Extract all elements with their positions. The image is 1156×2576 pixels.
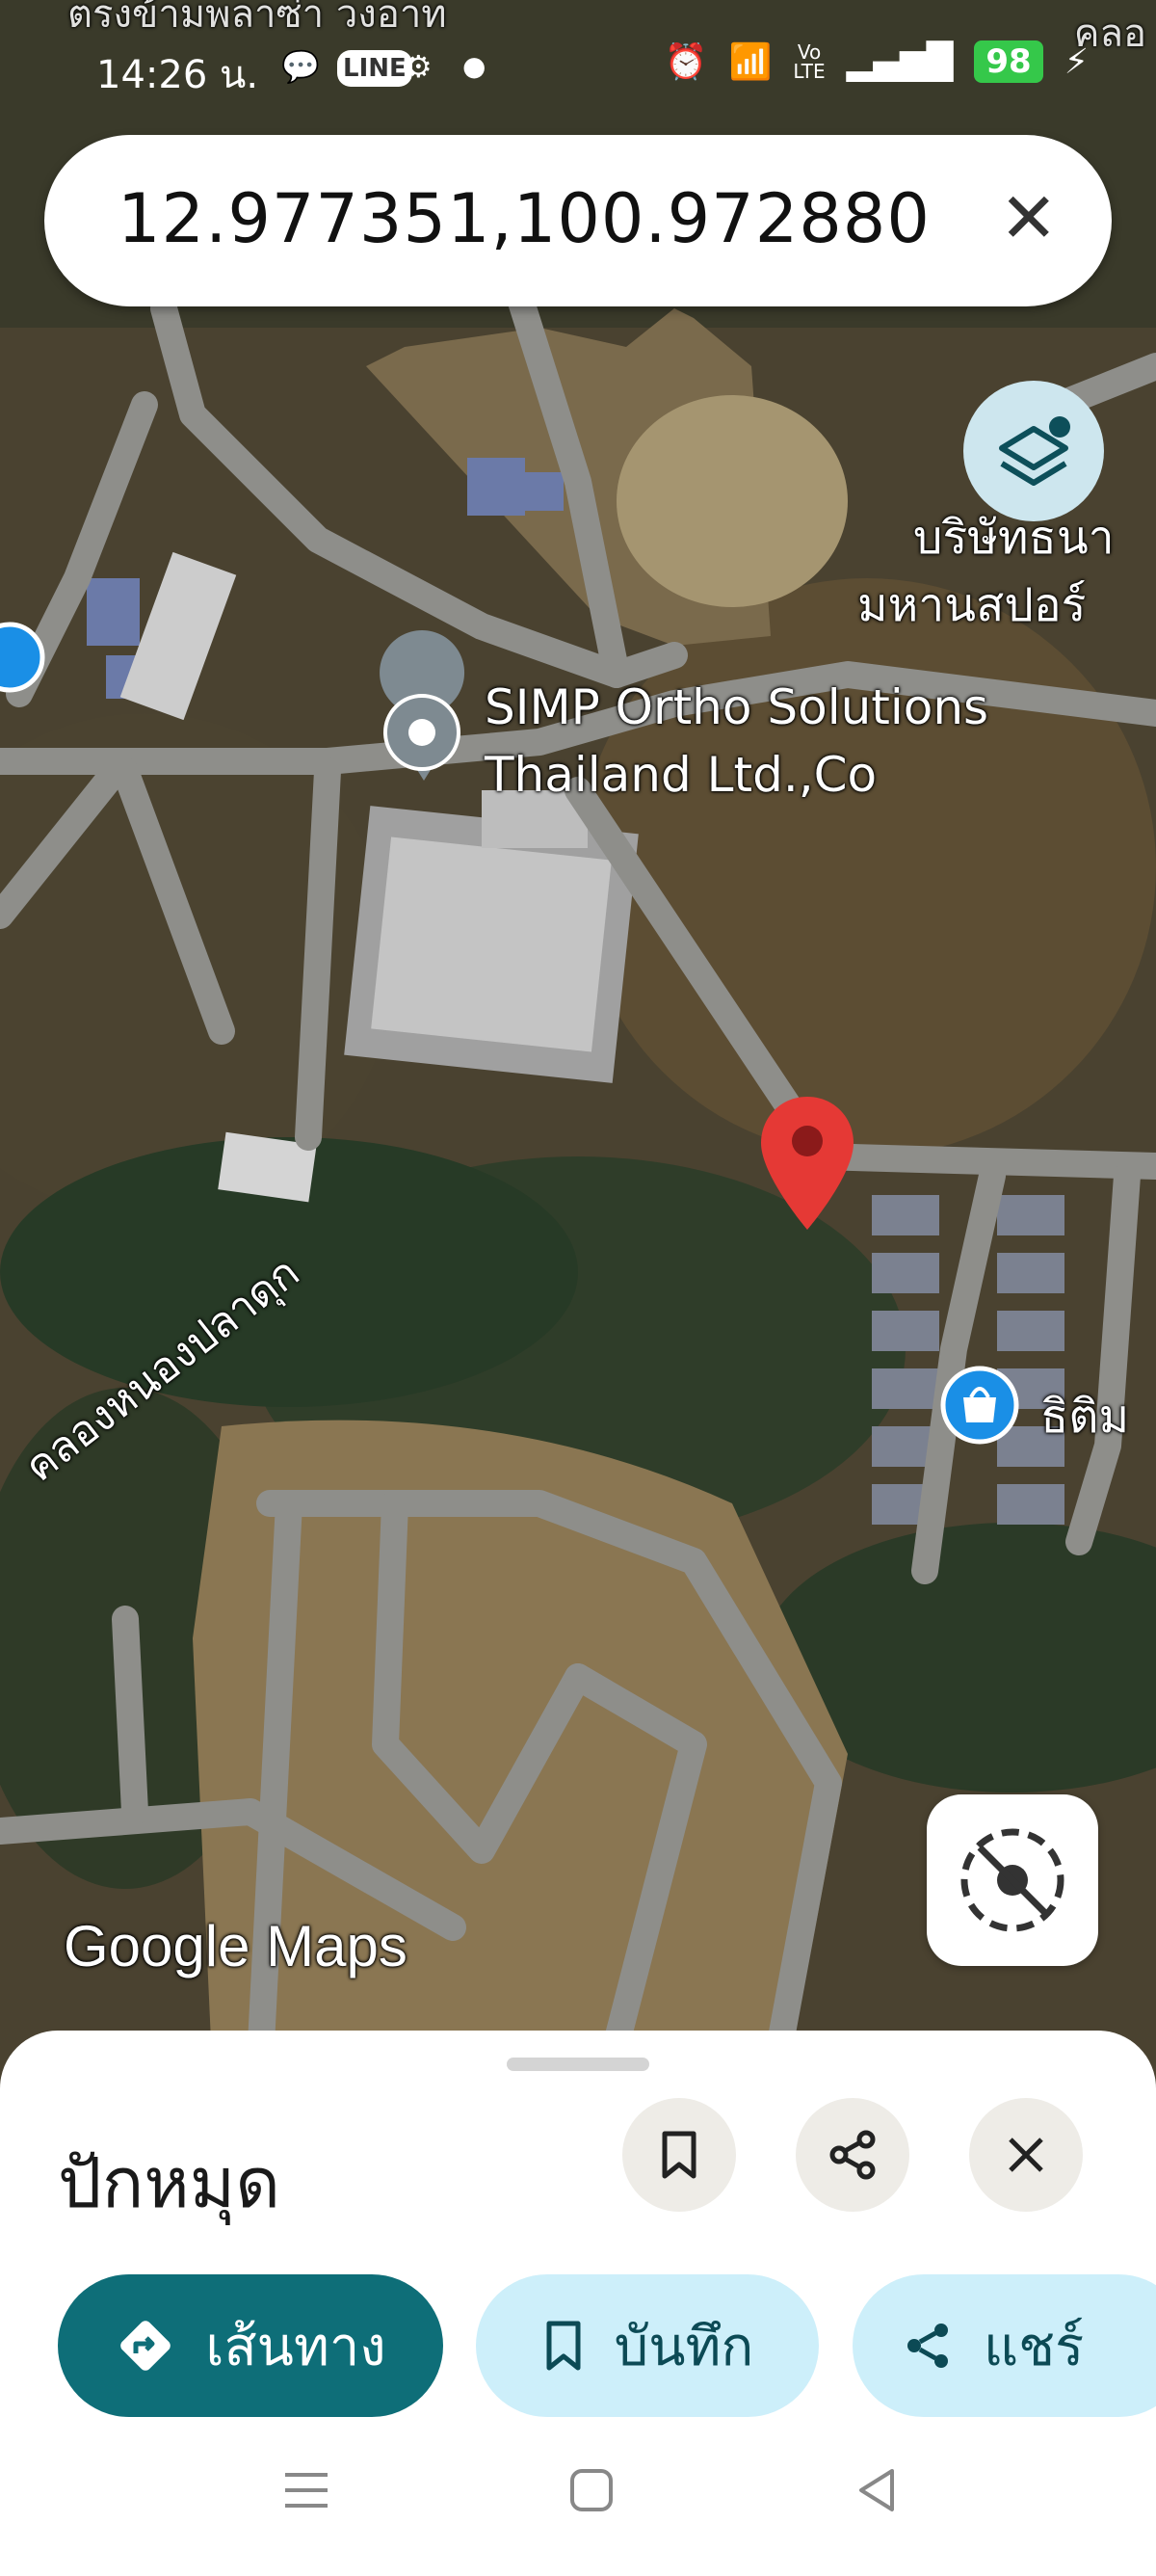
layers-icon — [999, 416, 1070, 486]
notification-icon: ⚙ — [405, 48, 433, 85]
directions-label: เส้นทาง — [205, 2315, 386, 2378]
my-location-button[interactable] — [927, 1794, 1098, 1966]
map-label-shop[interactable]: ธิติม — [1040, 1380, 1129, 1453]
share-icon-button[interactable] — [796, 2098, 909, 2212]
save-label: บันทึก — [614, 2315, 754, 2378]
share-button[interactable]: แชร์ — [853, 2274, 1156, 2417]
more-dot-icon: ● — [462, 50, 486, 82]
map-label-simp-line2[interactable]: Thailand Ltd.,Co — [485, 747, 877, 803]
chat-bubble-icon: 💬 — [281, 48, 320, 85]
save-button[interactable]: บันทึก — [476, 2274, 819, 2417]
back-triangle-icon[interactable] — [852, 2465, 902, 2515]
search-query[interactable]: 12.977351,100.972880 — [118, 179, 931, 258]
line-app-icon: LINE — [337, 50, 412, 87]
share-label: แชร์ — [984, 2315, 1085, 2378]
google-maps-watermark: Google Maps — [64, 1914, 407, 1978]
layers-button[interactable] — [963, 381, 1104, 521]
status-bar: 14:26 น. 💬 LINE ⚙ ● ⏰ 📶 Vo LTE ▂▄▆█ 98 ⚡ — [0, 0, 1156, 145]
dropped-pin-title: ปักหมุด — [58, 2142, 280, 2223]
home-square-icon[interactable] — [566, 2465, 617, 2515]
save-icon-button[interactable] — [622, 2098, 736, 2212]
clear-search-close-icon[interactable]: ✕ — [1000, 177, 1058, 258]
share-icon — [901, 2319, 955, 2373]
search-bar[interactable]: 12.977351,100.972880 ✕ — [44, 135, 1112, 306]
share-icon — [829, 2130, 876, 2180]
status-right-icons: ⏰ 📶 Vo LTE ▂▄▆█ 98 ⚡ — [665, 40, 1089, 83]
status-time: 14:26 น. — [96, 53, 259, 97]
close-icon — [1009, 2138, 1043, 2172]
wifi-icon: 📶 — [728, 42, 773, 82]
bookmark-icon — [662, 2131, 696, 2179]
place-bottom-sheet[interactable]: ปักหมุด เส้นทาง บันทึก แชร์ — [0, 2031, 1156, 2576]
volte-icon: Vo LTE — [793, 40, 826, 83]
signal-icon: ▂▄▆█ — [846, 41, 954, 82]
alarm-icon: ⏰ — [664, 42, 708, 82]
charging-icon: ⚡ — [1064, 41, 1089, 82]
directions-icon — [115, 2315, 176, 2377]
drag-handle[interactable] — [507, 2058, 649, 2071]
map-label-company-line2[interactable]: มหานสปอร์ — [857, 569, 1086, 642]
dropped-pin-icon[interactable] — [761, 1097, 854, 1230]
bookmark-icon — [541, 2320, 586, 2372]
system-nav-bar — [0, 2429, 1156, 2576]
location-off-icon — [960, 1828, 1064, 1932]
close-sheet-button[interactable] — [969, 2098, 1083, 2212]
battery-badge: 98 — [974, 40, 1043, 83]
recents-menu-icon[interactable] — [281, 2465, 331, 2515]
directions-button[interactable]: เส้นทาง — [58, 2274, 443, 2417]
map-label-simp-line1[interactable]: SIMP Ortho Solutions — [485, 679, 988, 735]
